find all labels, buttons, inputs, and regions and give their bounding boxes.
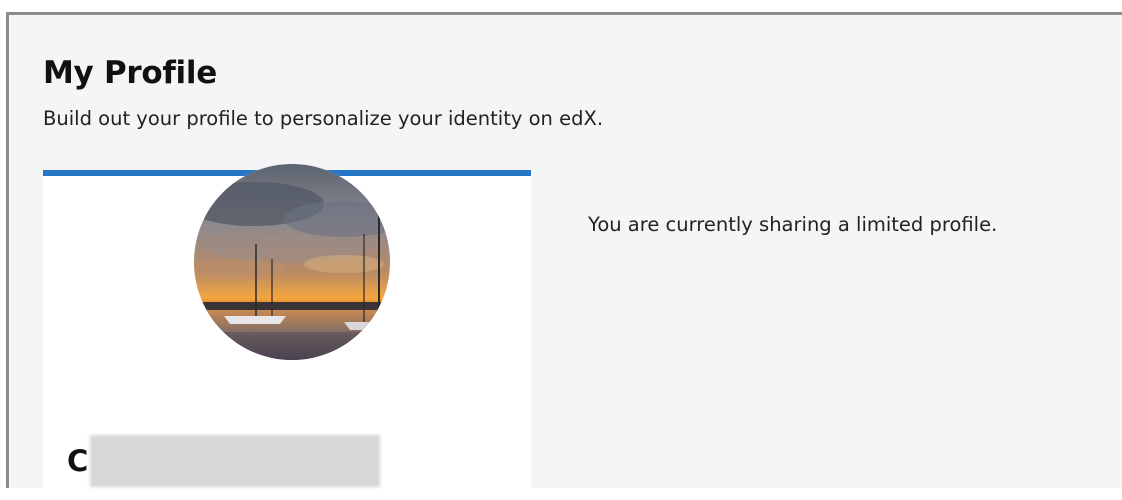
profile-name: C bbox=[67, 434, 381, 488]
page-frame: My Profile Build out your profile to per… bbox=[6, 12, 1122, 500]
page-subtitle: Build out your profile to personalize yo… bbox=[43, 107, 604, 130]
profile-name-initial: C bbox=[67, 444, 89, 478]
profile-card: C bbox=[43, 164, 531, 500]
profile-avatar[interactable] bbox=[194, 164, 390, 360]
sharing-notice: You are currently sharing a limited prof… bbox=[588, 213, 998, 236]
page-title: My Profile bbox=[43, 55, 217, 91]
avatar-photo-icon bbox=[194, 164, 390, 360]
profile-name-redacted bbox=[90, 435, 381, 487]
